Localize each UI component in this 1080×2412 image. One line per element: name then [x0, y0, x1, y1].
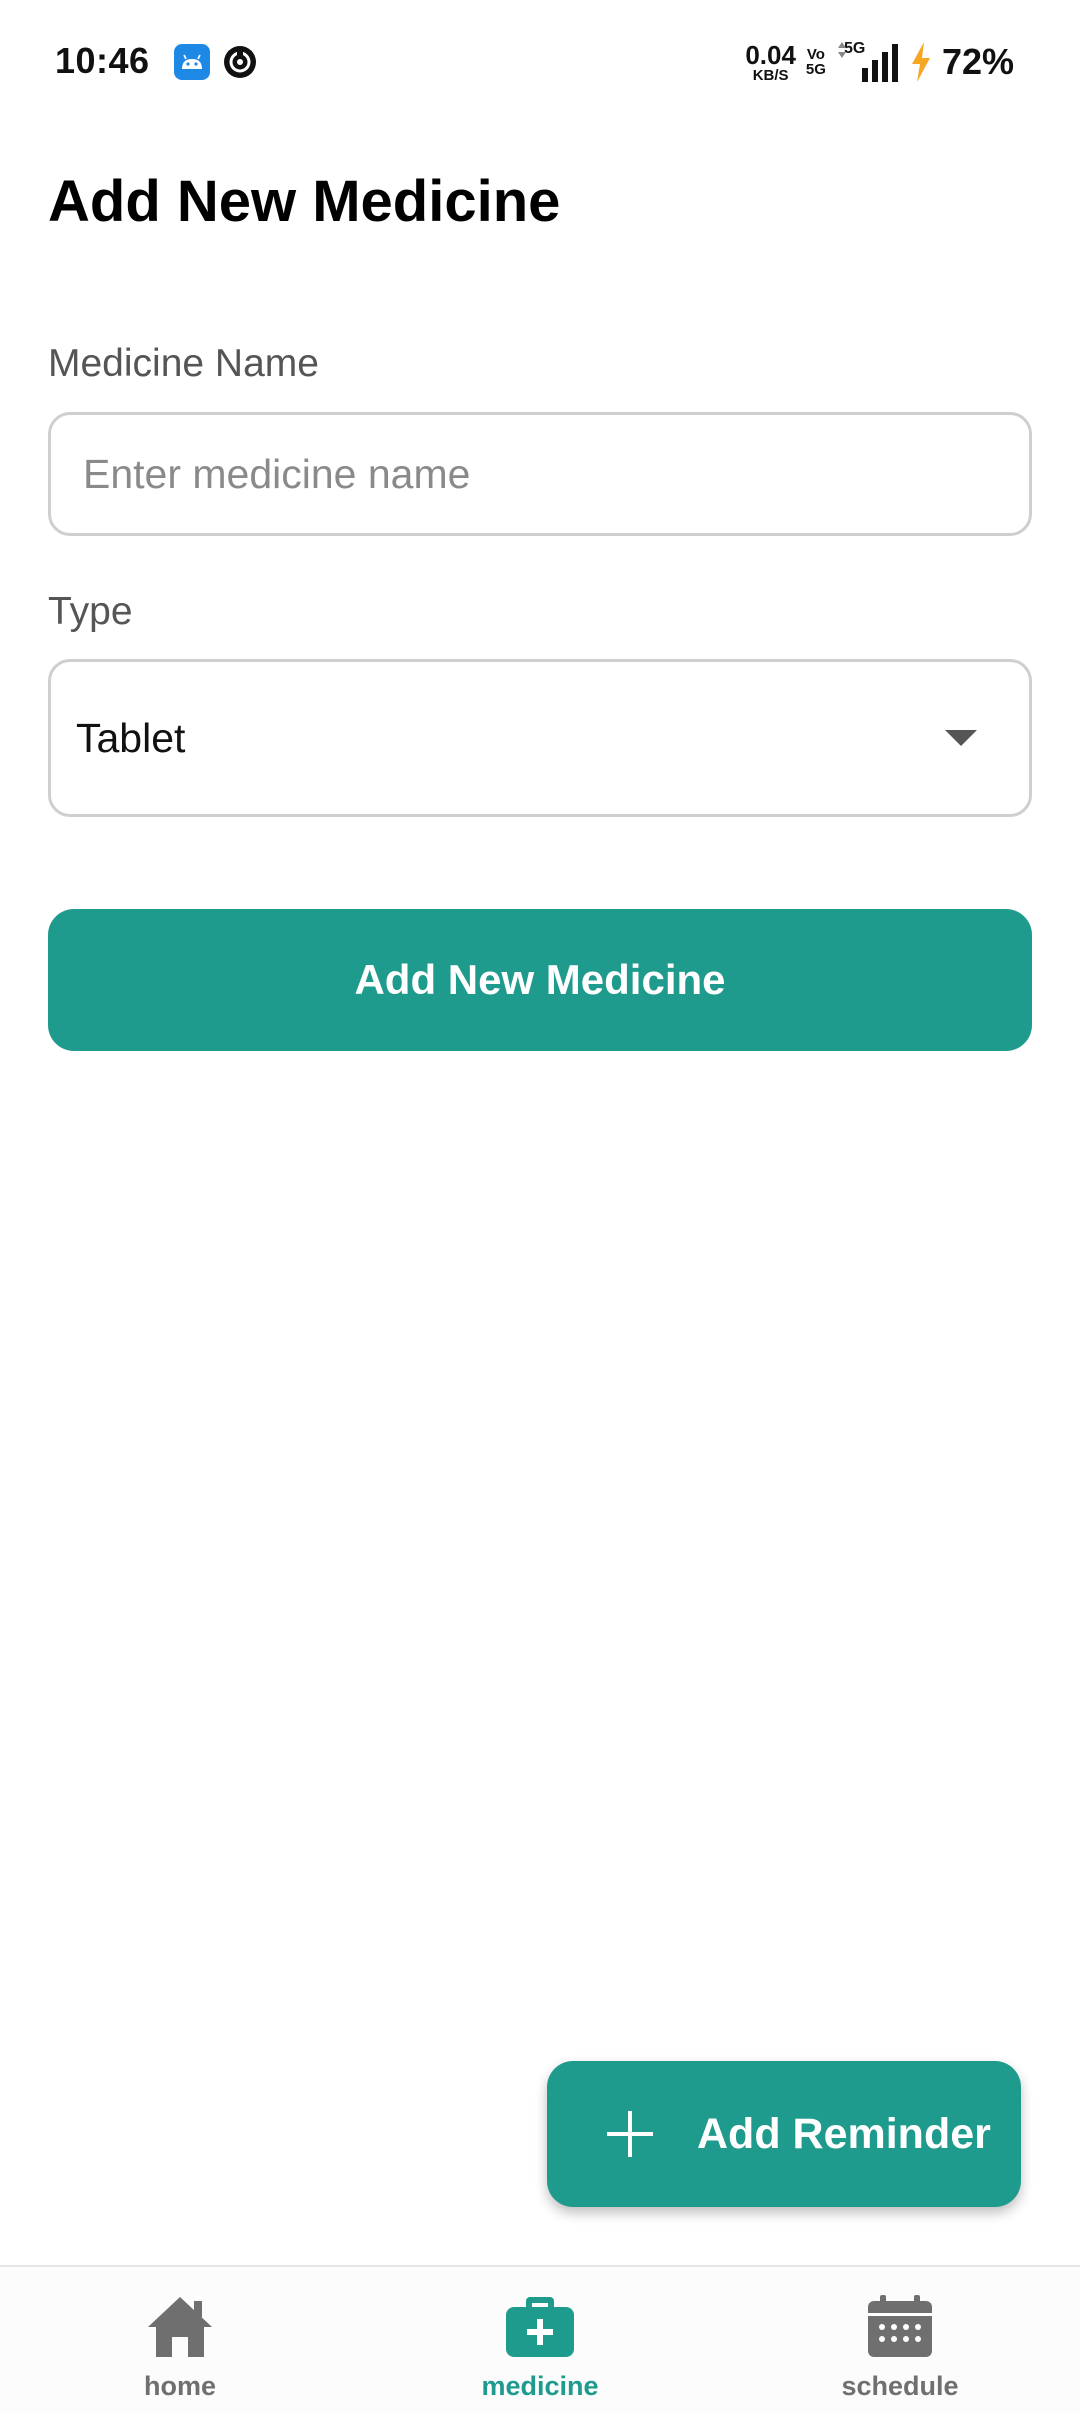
home-icon	[142, 2291, 218, 2361]
status-bar: 10:46 0.04 KB/S Vo 5G 5G 72%	[0, 0, 1080, 120]
dropdown-arrow-icon	[945, 730, 977, 746]
network-speed-value: 0.04	[745, 39, 796, 70]
add-reminder-button[interactable]: Add Reminder	[547, 2061, 1021, 2207]
charging-bolt-icon	[910, 42, 932, 82]
page-title: Add New Medicine	[48, 169, 561, 234]
nav-label-medicine: medicine	[481, 2371, 599, 2401]
network-speed: 0.04 KB/S	[745, 42, 796, 83]
battery-percentage: 72%	[941, 41, 1014, 82]
nav-label-home: home	[143, 2371, 216, 2401]
type-select[interactable]: Tablet	[48, 659, 1032, 817]
add-reminder-label: Add Reminder	[697, 2109, 991, 2158]
medical-kit-icon	[502, 2291, 578, 2361]
nav-label-schedule: schedule	[841, 2371, 959, 2401]
nav-item-schedule[interactable]: schedule	[780, 2267, 1020, 2412]
type-label: Type	[48, 590, 133, 633]
android-app-icon	[174, 44, 210, 80]
medicine-name-field[interactable]	[48, 412, 1032, 536]
bottom-navigation: home medicine schedule	[0, 2265, 1080, 2412]
signal-icon: 5G	[836, 40, 900, 84]
nav-item-medicine[interactable]: medicine	[420, 2267, 660, 2412]
screen: 10:46 0.04 KB/S Vo 5G 5G 72% Add New Med…	[0, 0, 1080, 2412]
status-indicators: 0.04 KB/S Vo 5G 5G 72%	[745, 38, 1014, 86]
volte-top: Vo	[806, 46, 825, 63]
network-speed-unit: KB/S	[752, 66, 789, 84]
volte-indicator: Vo 5G	[806, 47, 826, 77]
calendar-icon	[862, 2291, 938, 2361]
app-notification-icon	[222, 44, 258, 80]
plus-icon	[605, 2109, 655, 2159]
type-selected-value: Tablet	[76, 714, 186, 761]
volte-bottom: 5G	[805, 61, 826, 78]
medicine-name-label: Medicine Name	[48, 342, 319, 385]
nav-item-home[interactable]: home	[60, 2267, 300, 2412]
status-time: 10:46	[55, 40, 150, 81]
add-new-medicine-button[interactable]: Add New Medicine	[48, 909, 1032, 1051]
medicine-name-input[interactable]	[83, 450, 1029, 498]
